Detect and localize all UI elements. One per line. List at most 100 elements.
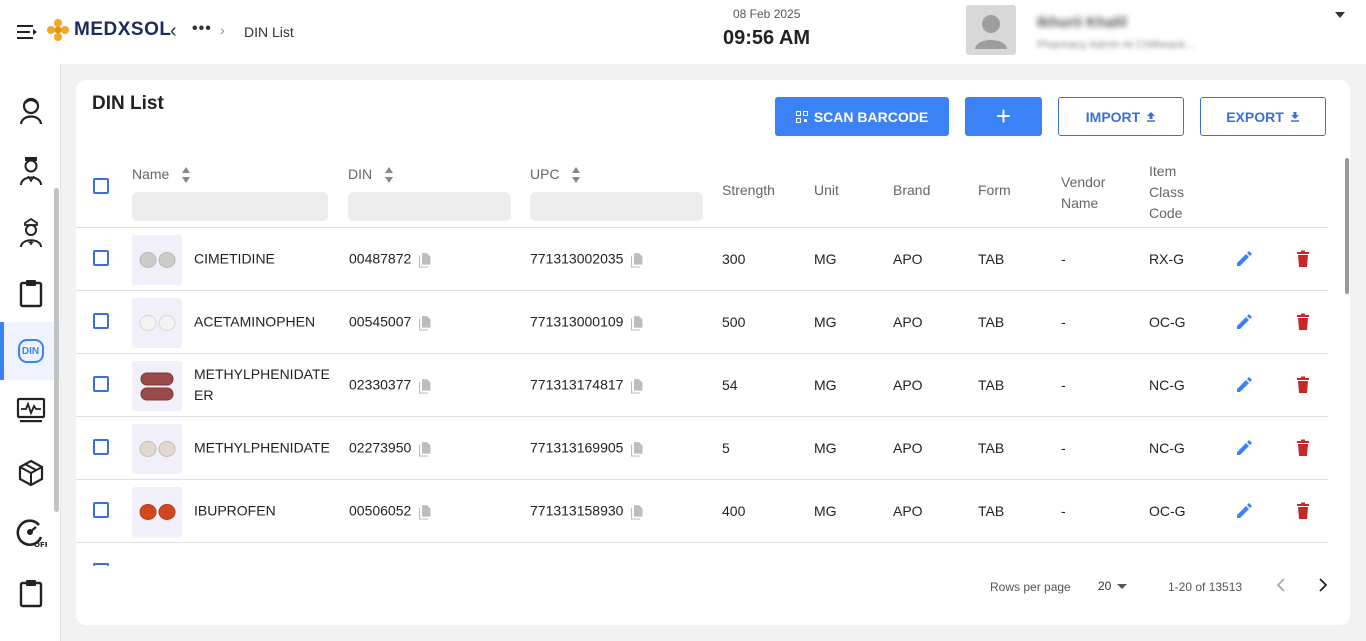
app-logo[interactable]: MEDXSOL	[46, 18, 171, 42]
cell-unit: MG	[814, 503, 837, 519]
cell-strength: 5	[722, 440, 730, 456]
edit-icon[interactable]	[1235, 439, 1253, 457]
cell-item-class-code: OC-G	[1149, 503, 1186, 519]
rows-per-page-select[interactable]: 20	[1098, 579, 1128, 593]
copy-icon[interactable]	[631, 441, 643, 457]
copy-icon[interactable]	[419, 378, 431, 394]
table-row[interactable]: CIMETIDINE 00487872 771313002035 300 MG …	[76, 228, 1328, 291]
add-din-button[interactable]: +	[965, 97, 1042, 136]
copy-icon[interactable]	[631, 252, 643, 268]
doctor-icon	[19, 157, 42, 186]
export-button[interactable]: EXPORT	[1200, 97, 1326, 136]
chevron-down-icon	[1117, 584, 1128, 590]
cell-unit: MG	[814, 251, 837, 267]
sidebar-item-staff[interactable]	[0, 86, 61, 136]
upc-filter-input[interactable]	[530, 192, 703, 221]
breadcrumb-more-icon[interactable]: •••	[192, 20, 212, 38]
column-header-upc[interactable]: UPC	[530, 166, 581, 184]
cell-brand: APO	[893, 251, 923, 267]
sidebar-item-monitoring[interactable]	[0, 386, 61, 436]
upload-icon	[1147, 112, 1156, 122]
column-header-name[interactable]: Name	[132, 166, 191, 184]
drug-thumbnail[interactable]	[132, 424, 182, 474]
cell-upc: 771313002035	[530, 251, 643, 268]
table-row[interactable]: ACETAMINOPHEN 00545007 771313000109 500 …	[76, 291, 1328, 354]
column-header-brand: Brand	[893, 182, 931, 198]
sidebar-scrollbar[interactable]	[54, 188, 59, 512]
row-checkbox[interactable]	[93, 439, 109, 455]
sort-icon[interactable]	[181, 166, 191, 184]
table-row[interactable]: METHYLPHENIDATE ER 02330377 771313174817…	[76, 354, 1328, 417]
pill-image	[139, 441, 176, 457]
avatar[interactable]	[966, 5, 1016, 55]
sidebar-item-din[interactable]: DIN	[0, 322, 61, 380]
sidebar-item-reports[interactable]	[0, 568, 61, 618]
row-checkbox[interactable]	[93, 563, 109, 566]
menu-collapse-icon[interactable]	[16, 22, 38, 42]
table-header: Name DIN UPC Strength Unit Brand Form Ve…	[76, 160, 1328, 228]
row-checkbox[interactable]	[93, 250, 109, 266]
user-female-icon	[19, 97, 42, 125]
cell-vendor-name: -	[1061, 503, 1066, 519]
cell-vendor-name: -	[1061, 251, 1066, 267]
sort-icon[interactable]	[571, 166, 581, 184]
next-page-icon[interactable]	[1316, 576, 1330, 594]
sidebar-item-doctors[interactable]	[0, 146, 61, 196]
table-row[interactable]: IBUPROFEN 00506052 771313158930 400 MG A…	[76, 480, 1328, 543]
copy-icon[interactable]	[631, 504, 643, 520]
user-role: Pharmacy Admin At Chilliwack...	[1037, 39, 1195, 51]
drug-thumbnail[interactable]	[132, 235, 182, 285]
user-menu-caret-icon[interactable]	[1335, 12, 1345, 18]
cell-form: TAB	[978, 377, 1005, 393]
import-button[interactable]: IMPORT	[1058, 97, 1184, 136]
delete-icon[interactable]	[1294, 376, 1312, 394]
copy-icon[interactable]	[631, 315, 643, 331]
sidebar-item-tasks[interactable]	[0, 268, 61, 318]
delete-icon[interactable]	[1294, 439, 1312, 457]
rows-per-page-label: Rows per page	[990, 580, 1071, 594]
logo-text: MEDXSOL	[74, 19, 172, 40]
table-row[interactable]: METHYLPHENIDATE 02273950 771313169905 5 …	[76, 417, 1328, 480]
drug-thumbnail[interactable]	[132, 298, 182, 348]
table-scrollbar[interactable]	[1345, 158, 1349, 294]
name-filter-input[interactable]	[132, 192, 328, 221]
previous-page-icon[interactable]	[1274, 576, 1288, 594]
delete-icon[interactable]	[1294, 250, 1312, 268]
back-chevron-icon[interactable]: ‹	[170, 20, 177, 43]
cell-brand: APO	[893, 314, 923, 330]
select-all-checkbox[interactable]	[93, 178, 109, 194]
row-checkbox[interactable]	[93, 502, 109, 518]
delete-icon[interactable]	[1294, 502, 1312, 520]
delete-icon[interactable]	[1294, 313, 1312, 331]
edit-icon[interactable]	[1235, 376, 1253, 394]
copy-icon[interactable]	[419, 252, 431, 268]
box-icon	[18, 459, 43, 487]
copy-icon[interactable]	[631, 378, 643, 394]
sidebar-item-off-duty[interactable]: OFF	[0, 508, 61, 558]
row-checkbox[interactable]	[93, 313, 109, 329]
cell-upc: 771313169905	[530, 440, 643, 457]
cell-upc: 771313174817	[530, 377, 643, 394]
svg-text:OFF: OFF	[34, 541, 47, 549]
copy-icon[interactable]	[419, 441, 431, 457]
cell-item-class-code: NC-G	[1149, 440, 1185, 456]
din-filter-input[interactable]	[348, 192, 511, 221]
edit-icon[interactable]	[1235, 313, 1253, 331]
edit-icon[interactable]	[1235, 502, 1253, 520]
column-header-din[interactable]: DIN	[348, 166, 394, 184]
clipboard-icon	[19, 280, 42, 308]
cell-item-class-code: RX-G	[1149, 251, 1184, 267]
sort-icon[interactable]	[384, 166, 394, 184]
cell-name: METHYLPHENIDATE	[194, 439, 330, 456]
sidebar-item-nurses[interactable]	[0, 208, 61, 258]
copy-icon[interactable]	[419, 504, 431, 520]
cell-form: TAB	[978, 251, 1005, 267]
drug-thumbnail[interactable]	[132, 361, 182, 411]
sidebar-item-inventory[interactable]	[0, 448, 61, 498]
row-checkbox[interactable]	[93, 376, 109, 392]
table-row[interactable]	[76, 543, 1328, 566]
scan-barcode-button[interactable]: SCAN BARCODE	[775, 97, 949, 136]
copy-icon[interactable]	[419, 315, 431, 331]
edit-icon[interactable]	[1235, 250, 1253, 268]
drug-thumbnail[interactable]	[132, 487, 182, 537]
